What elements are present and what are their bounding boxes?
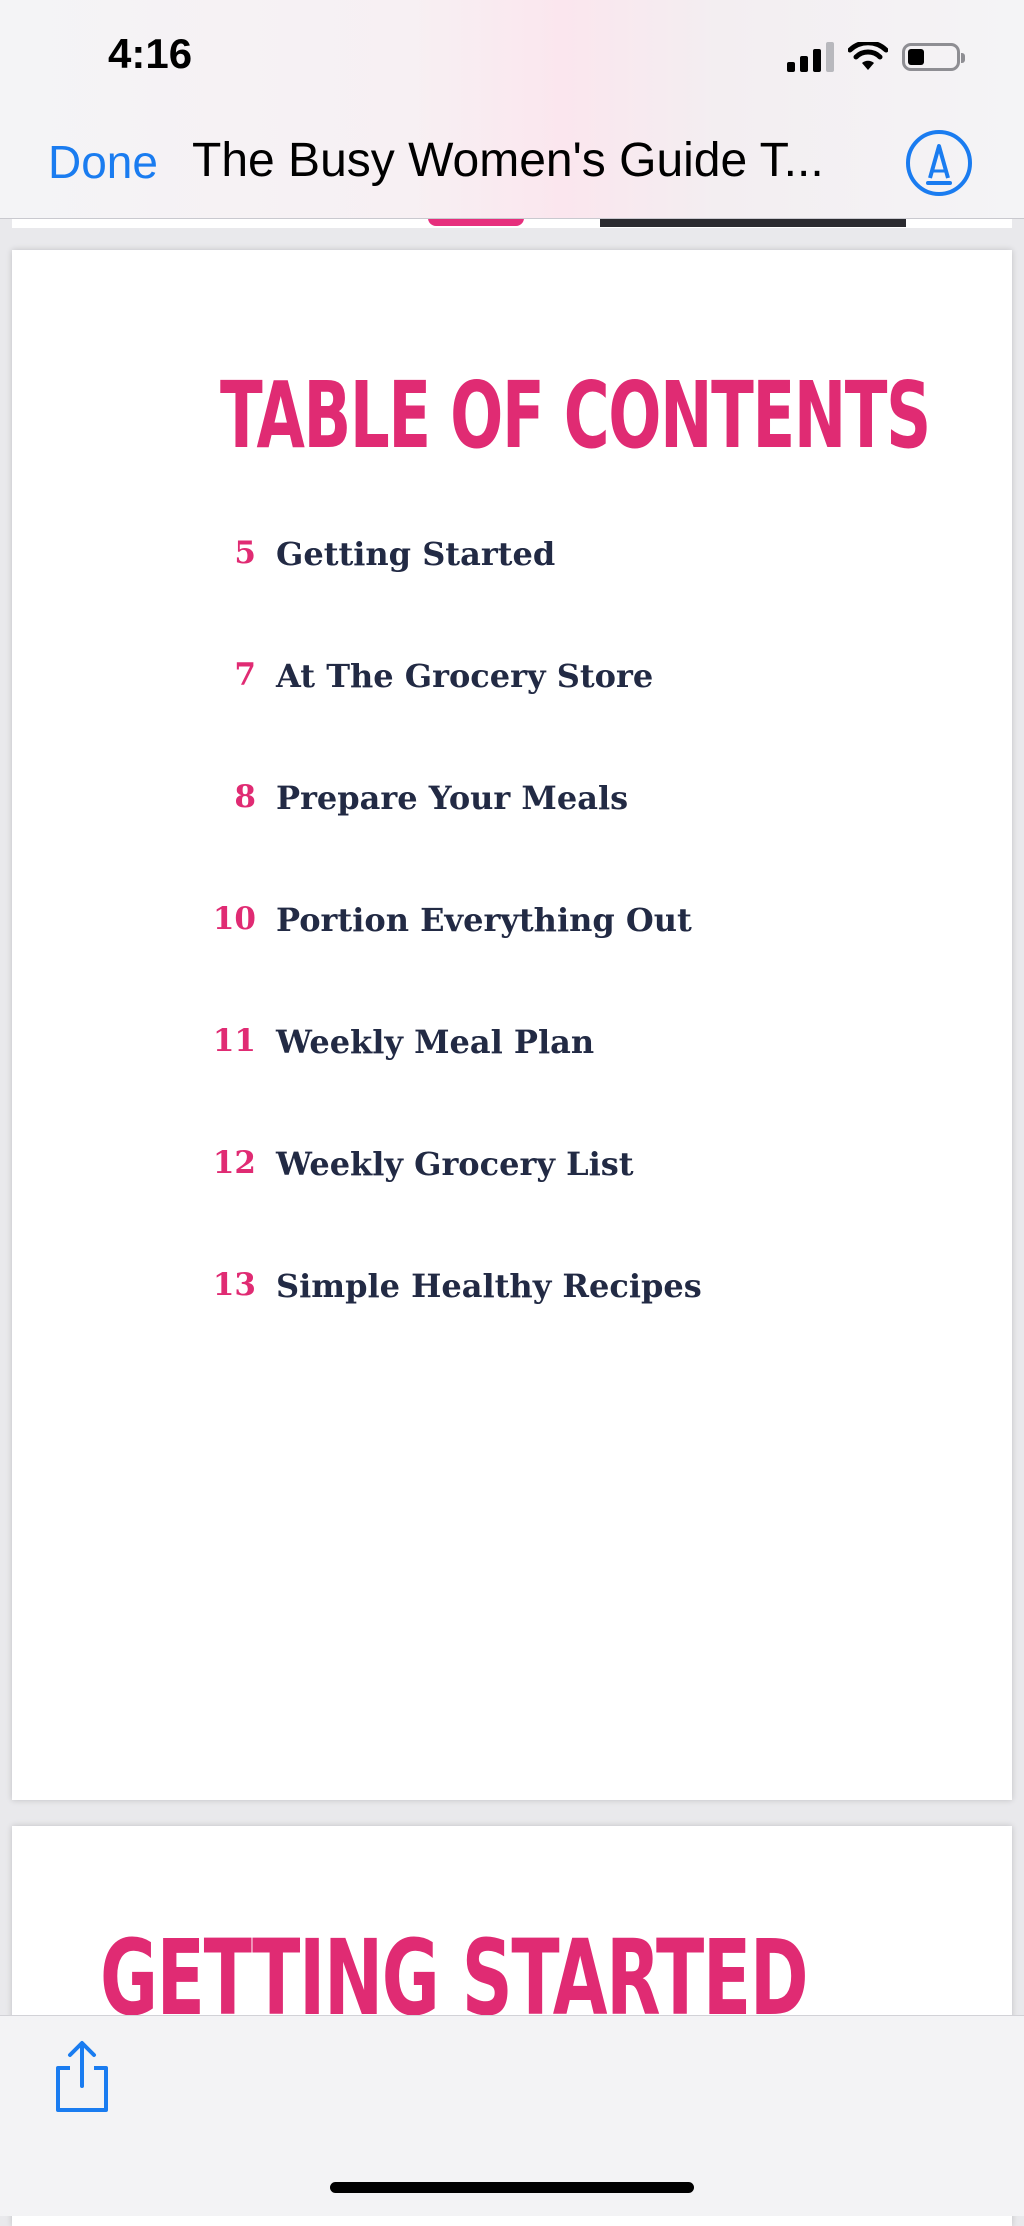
toc-heading: TABLE OF CONTENTS <box>220 362 931 469</box>
toc-item-label: Weekly Meal Plan <box>276 1023 595 1061</box>
toc-item-label: Portion Everything Out <box>276 901 692 939</box>
toc-page-number: 5 <box>234 535 256 571</box>
toc-item-label: Weekly Grocery List <box>276 1145 634 1183</box>
toc-item-label: At The Grocery Store <box>276 657 654 695</box>
toc-item-label: Simple Healthy Recipes <box>276 1267 702 1305</box>
wifi-icon <box>848 42 888 70</box>
previous-page-accent <box>428 218 524 226</box>
toc-page-number: 13 <box>212 1267 256 1303</box>
toc-list: 5 Getting Started 7 At The Grocery Store… <box>12 535 1012 1389</box>
toc-item[interactable]: 11 Weekly Meal Plan <box>12 1023 1012 1145</box>
toc-item[interactable]: 7 At The Grocery Store <box>12 657 1012 779</box>
toc-item[interactable]: 12 Weekly Grocery List <box>12 1145 1012 1267</box>
toc-item[interactable]: 8 Prepare Your Meals <box>12 779 1012 901</box>
share-icon[interactable] <box>50 2038 114 2114</box>
status-icons <box>787 40 965 74</box>
cellular-signal-icon <box>787 42 834 72</box>
toc-item[interactable]: 5 Getting Started <box>12 535 1012 657</box>
status-time: 4:16 <box>108 30 193 77</box>
toc-item[interactable]: 13 Simple Healthy Recipes <box>12 1267 1012 1389</box>
toc-page-number: 11 <box>212 1023 256 1059</box>
toc-page-number: 7 <box>234 657 256 693</box>
toc-page-number: 10 <box>212 901 256 937</box>
toc-item-label: Getting Started <box>276 535 556 573</box>
done-button[interactable]: Done <box>48 135 158 189</box>
previous-page-image-edge <box>600 218 906 227</box>
battery-icon <box>902 43 965 71</box>
pdf-page-toc[interactable]: TABLE OF CONTENTS 5 Getting Started 7 At… <box>12 250 1012 1800</box>
toc-page-number: 8 <box>234 779 256 815</box>
document-title: The Busy Women's Guide T... <box>192 134 824 187</box>
toc-page-number: 12 <box>212 1145 256 1181</box>
home-indicator[interactable] <box>330 2182 694 2193</box>
markup-pen-icon[interactable] <box>904 128 974 198</box>
bottom-toolbar <box>0 2015 1024 2216</box>
toc-item[interactable]: 10 Portion Everything Out <box>12 901 1012 1023</box>
toc-item-label: Prepare Your Meals <box>276 779 629 817</box>
top-bar: 4:16 Done The Busy Women's Guide T... <box>0 0 1024 219</box>
